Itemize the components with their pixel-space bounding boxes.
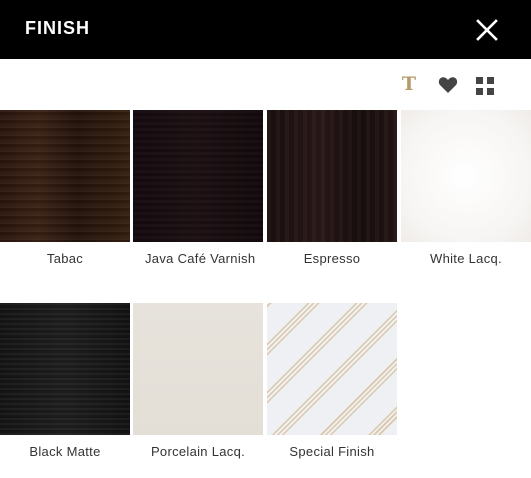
finish-swatch [401,110,531,242]
finish-label: Espresso [303,251,361,266]
finish-swatch [133,303,263,435]
finish-label: White Lacq. [430,251,502,266]
header-bar: FINISH [0,0,531,59]
finish-swatch [0,303,130,435]
finish-label: Java Café Varnish [145,251,256,266]
close-icon [476,19,498,41]
text-icon[interactable]: T [400,73,418,95]
page-title: FINISH [25,18,91,38]
finish-swatch [267,110,397,242]
close-button[interactable] [474,17,500,43]
grid-icon[interactable] [476,77,494,95]
finish-swatch [133,110,263,242]
finish-label: Tabac [46,251,84,266]
finish-label: Black Matte [29,444,101,459]
finish-swatch [267,303,397,435]
finish-label: Porcelain Lacq. [150,444,246,459]
finish-label: Special Finish [289,444,375,459]
heart-icon[interactable] [438,76,458,94]
finish-swatch [0,110,130,242]
